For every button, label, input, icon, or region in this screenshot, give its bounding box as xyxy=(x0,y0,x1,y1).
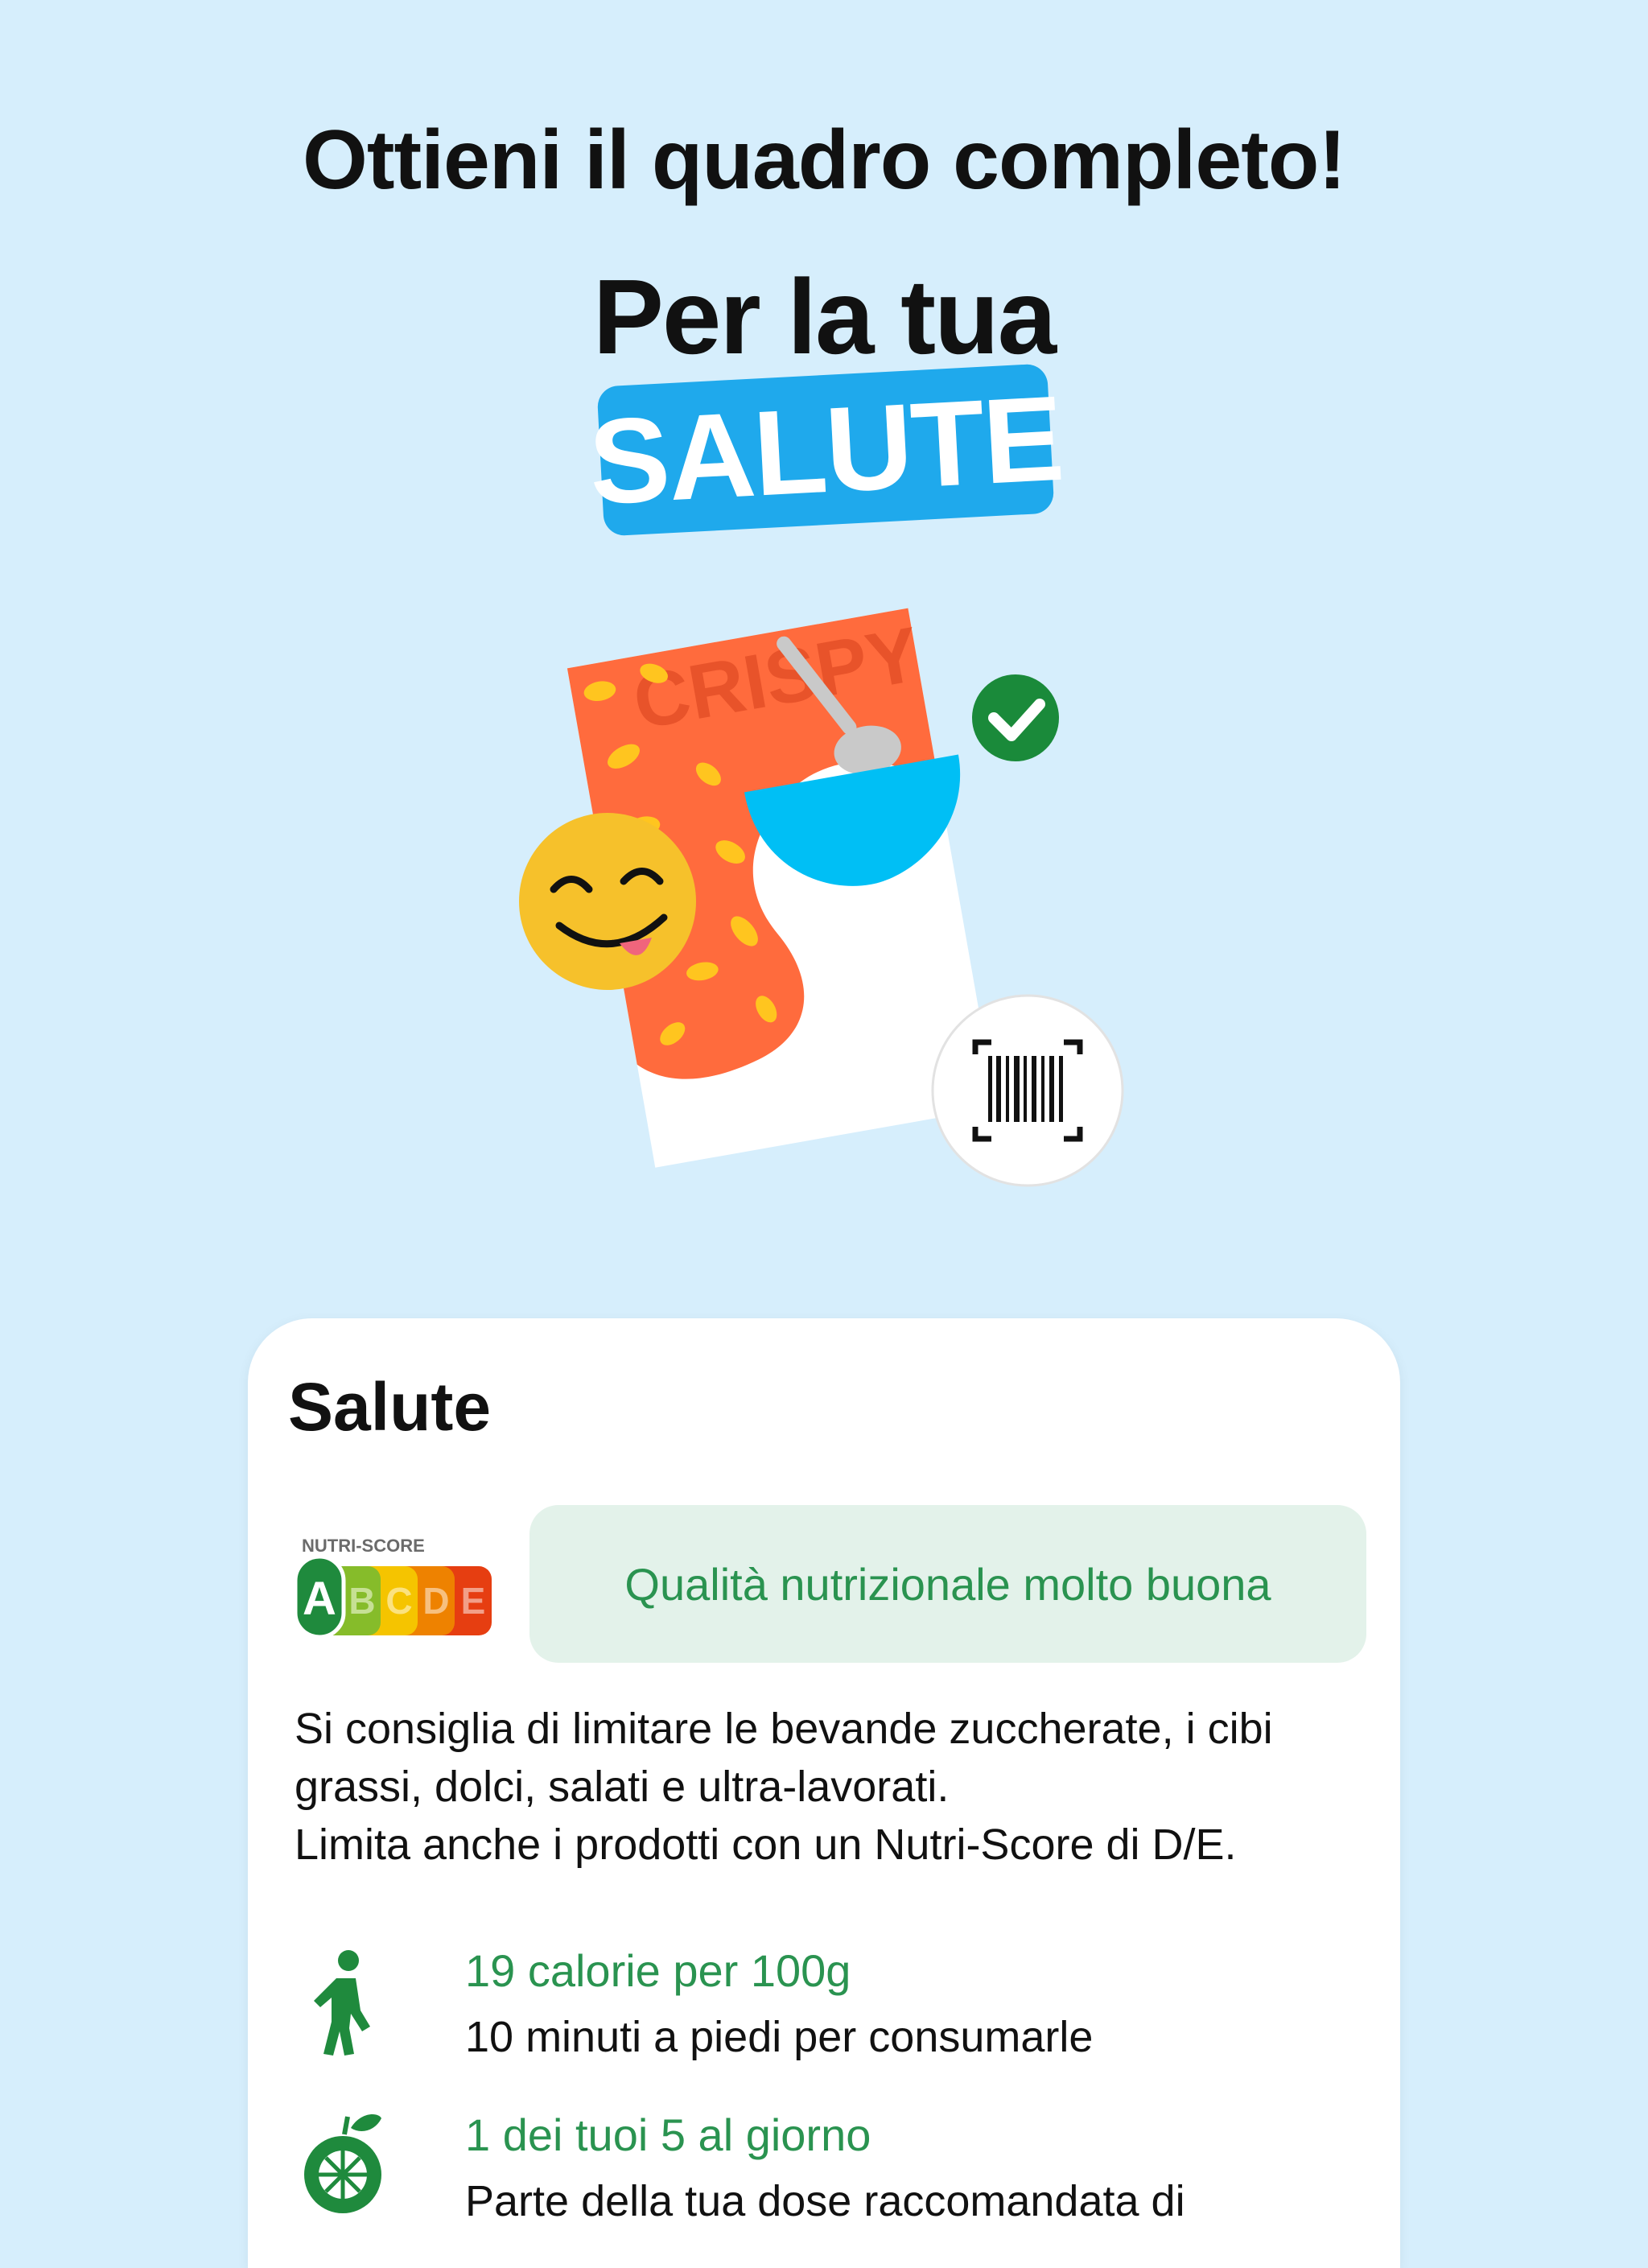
nutriscore-grade-e: E xyxy=(461,1580,486,1622)
salute-badge: SALUTE xyxy=(586,363,1065,537)
calories-text: 10 minuti a piedi per consumarle xyxy=(465,2013,1094,2061)
advice-line-2: grassi, dolci, salati e ultra-lavorati. xyxy=(295,1763,950,1811)
nutriscore-grade-c: C xyxy=(385,1580,412,1622)
barcode-scan-icon xyxy=(931,994,1124,1187)
citrus-fruit-icon xyxy=(304,2114,381,2213)
nutriscore-grade-a: A xyxy=(303,1573,336,1625)
nutriscore-badge: NUTRI-SCORE A B C D E xyxy=(293,1536,492,1639)
advice-line-1: Si consiglia di limitare le bevande zucc… xyxy=(295,1705,1273,1753)
five-a-day-title: 1 dei tuoi 5 al giorno xyxy=(465,2109,871,2160)
badge-label: SALUTE xyxy=(585,369,1065,530)
calories-title: 19 calorie per 100g xyxy=(465,1945,851,1996)
quality-box: Qualità nutrizionale molto buona xyxy=(529,1505,1366,1663)
advice-line-3: Limita anche i prodotti con un Nutri-Sco… xyxy=(295,1821,1237,1869)
smiley-icon xyxy=(519,813,696,990)
card-title: Salute xyxy=(288,1369,492,1445)
quality-text: Qualità nutrizionale molto buona xyxy=(624,1558,1271,1610)
walking-person-icon xyxy=(314,1950,370,2056)
headline: Ottieni il quadro completo! xyxy=(302,113,1346,207)
cereal-illustration: CRISPY xyxy=(519,608,1124,1187)
health-card: Salute NUTRI-SCORE A B C D E Qualità nut… xyxy=(248,1318,1400,2268)
subheadline: Per la tua xyxy=(592,258,1057,376)
check-icon xyxy=(972,674,1059,761)
nutriscore-grade-d: D xyxy=(422,1580,449,1622)
advice-text: Si consiglia di limitare le bevande zucc… xyxy=(295,1700,1373,1874)
nutriscore-label: NUTRI-SCORE xyxy=(302,1536,425,1556)
five-a-day-text: Parte della tua dose raccomandata di xyxy=(465,2177,1185,2225)
nutriscore-grade-b: B xyxy=(348,1580,375,1622)
